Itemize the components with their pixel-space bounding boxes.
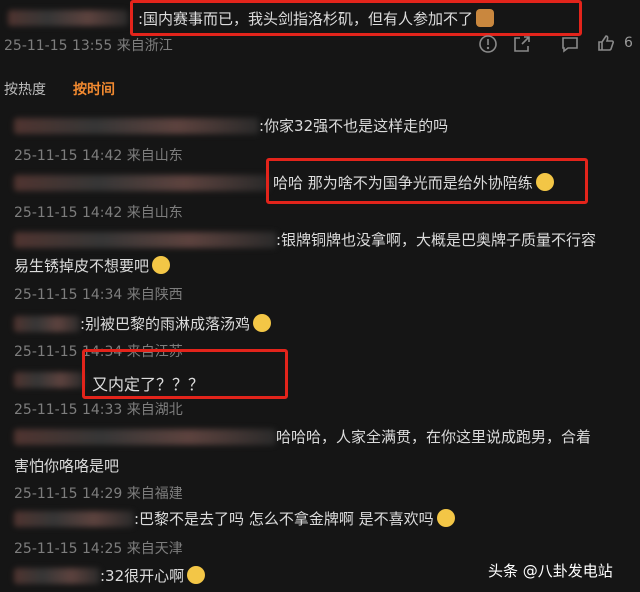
blurred-username — [14, 232, 277, 248]
reply-text: 哈哈哈，人家全满贯，在你这里说成跑男，合着 — [276, 428, 592, 446]
reply-text: :巴黎不是去了吗 怎么不拿金牌啊 是不喜欢吗 — [134, 508, 455, 529]
reply-meta: 25-11-15 14:33 来自湖北 — [14, 402, 183, 418]
reply-meta: 25-11-15 14:42 来自山东 — [14, 205, 183, 221]
comment-icon[interactable] — [560, 34, 580, 54]
like-count: 6 — [624, 35, 633, 51]
reply-text: :你家32强不也是这样走的吗 — [259, 117, 449, 135]
reply-text-continued: 易生锈掉皮不想要吧 — [14, 255, 171, 276]
top-comment-meta: 25-11-15 13:55 来自浙江 — [4, 38, 173, 54]
blurred-username — [14, 568, 100, 584]
tab-by-time[interactable]: 按时间 — [73, 79, 115, 99]
blurred-username — [14, 511, 134, 527]
emoji-icon — [253, 314, 272, 332]
blurred-username — [14, 316, 80, 332]
blurred-username — [14, 429, 276, 445]
reply-text-continued: 害怕你咯咯是吧 — [14, 457, 120, 475]
highlight-box — [130, 0, 582, 36]
emoji-icon — [187, 566, 206, 584]
reply-meta: 25-11-15 14:34 来自陕西 — [14, 287, 183, 303]
reply-text: :别被巴黎的雨淋成落汤鸡 — [80, 313, 272, 334]
blurred-username — [14, 175, 269, 191]
highlight-box — [266, 158, 588, 204]
emoji-icon — [152, 256, 171, 274]
reply-text: :32很开心啊 — [100, 565, 206, 586]
reply-meta: 25-11-15 14:25 来自天津 — [14, 541, 183, 557]
emoji-icon — [436, 509, 455, 527]
reply-text: :银牌铜牌也没拿啊，大概是巴奥牌子质量不行容 — [276, 231, 597, 249]
highlight-box — [82, 349, 288, 399]
blurred-username — [14, 372, 84, 388]
share-icon[interactable] — [512, 34, 532, 54]
watermark: 头条 @八卦发电站 — [488, 562, 613, 580]
dislike-icon[interactable] — [478, 34, 498, 54]
reply-meta: 25-11-15 14:29 来自福建 — [14, 486, 183, 502]
tab-by-popularity[interactable]: 按热度 — [4, 79, 46, 99]
blurred-username — [14, 118, 259, 134]
reply-meta: 25-11-15 14:42 来自山东 — [14, 148, 183, 164]
blurred-username — [8, 10, 128, 26]
thumbs-up-icon[interactable] — [596, 33, 616, 53]
